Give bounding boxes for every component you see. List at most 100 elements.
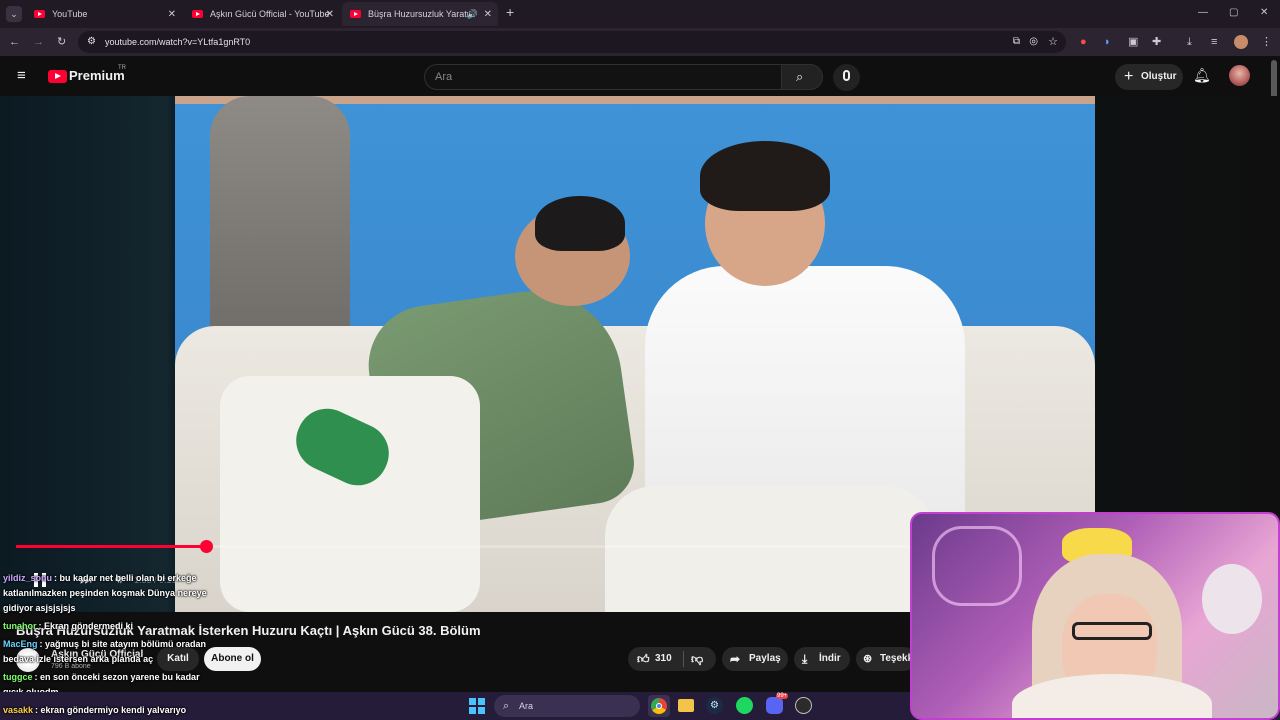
chat-username: tuggce xyxy=(3,672,33,682)
webcam-neon-sign xyxy=(932,526,1022,606)
youtube-masthead: ≡ Premium TR Ara ⌕ + Oluştur 🔔︎ xyxy=(0,56,1280,96)
extensions-puzzle-icon[interactable]: ✚ xyxy=(1152,35,1161,49)
tab-search-icon[interactable]: ⌄ xyxy=(6,6,22,22)
chat-message: MacEng: yağmuş bi site atayım bölümü ora… xyxy=(3,639,206,649)
thanks-button[interactable]: ⊛ Teşekk xyxy=(856,647,916,671)
chat-message: vasakk: ekran göndermiyo kendi yalvarıyo xyxy=(3,705,186,715)
tab-close-icon[interactable]: ✕ xyxy=(484,9,492,20)
address-bar[interactable]: ⚙ youtube.com/watch?v=YLtfa1gnRT0 ⧉ ◎ ☆ xyxy=(78,31,1066,53)
taskbar-search-label: Ara xyxy=(519,701,534,711)
chat-username: vasakk xyxy=(3,705,34,715)
create-button[interactable]: + Oluştur xyxy=(1115,64,1183,90)
share-button[interactable]: ➦ Paylaş xyxy=(722,647,788,671)
youtube-favicon-icon xyxy=(192,10,203,18)
webcam-overlay xyxy=(910,512,1280,720)
minimize-button[interactable]: — xyxy=(1198,6,1208,20)
chat-message: katlanılmazken peşinden koşmak Dünya ner… xyxy=(3,588,207,598)
chrome-taskbar-icon[interactable] xyxy=(648,695,670,717)
tab-close-icon[interactable]: ✕ xyxy=(168,9,176,20)
tab-label: YouTube xyxy=(52,9,88,19)
like-count[interactable]: 310 xyxy=(655,647,672,671)
reload-icon[interactable]: ↻ xyxy=(57,35,66,49)
chat-username: tunahor xyxy=(3,621,37,631)
download-button[interactable]: ⤓ İndir xyxy=(794,647,850,671)
logo-text: Premium xyxy=(69,68,125,83)
webcam-plush-right xyxy=(1202,564,1262,634)
back-icon[interactable]: ← xyxy=(9,35,20,49)
tab-label: Büşra Huzursuzluk Yaratmak İsterken Huzu… xyxy=(368,9,468,19)
logo-country-badge: TR xyxy=(118,65,126,71)
play-triangle-icon xyxy=(55,73,61,79)
chat-message: tunahor: Ekran göndermedi ki xyxy=(3,621,133,631)
tab-current-video[interactable]: Büşra Huzursuzluk Yaratmak İsterken Huzu… xyxy=(342,2,498,26)
chat-text: : en son önceki sezon yarene bu kadar xyxy=(34,672,200,682)
youtube-favicon-icon xyxy=(350,10,361,18)
join-button[interactable]: Katıl xyxy=(157,647,199,671)
tab-label: Aşkın Gücü Official - YouTube xyxy=(210,9,330,19)
discord-icon[interactable]: 99+ xyxy=(766,693,789,714)
bookmark-star-icon[interactable]: ☆ xyxy=(1048,31,1058,53)
downloads-icon[interactable]: ⤓ xyxy=(1187,35,1192,49)
account-avatar[interactable] xyxy=(1229,65,1250,86)
browser-toolbar: ← → ↻ ⚙ youtube.com/watch?v=YLtfa1gnRT0 … xyxy=(0,28,1280,56)
start-tile xyxy=(469,698,476,705)
tab-askin-gucu[interactable]: Aşkın Gücü Official - YouTube ✕ xyxy=(184,2,340,26)
download-label: İndir xyxy=(819,653,841,664)
voice-search-button[interactable] xyxy=(833,64,860,91)
start-tile xyxy=(478,698,485,705)
chat-text: : Ekran göndermedi ki xyxy=(38,621,134,631)
search-button[interactable]: ⌕ xyxy=(781,64,823,90)
download-icon: ⤓ xyxy=(802,652,808,666)
profile-avatar-icon[interactable] xyxy=(1234,35,1248,49)
tab-close-icon[interactable]: ✕ xyxy=(326,9,334,20)
install-app-icon[interactable]: ⧉ xyxy=(1013,31,1020,53)
create-label: Oluştur xyxy=(1141,71,1177,82)
scene-white-pants xyxy=(220,376,480,612)
file-explorer-icon[interactable] xyxy=(678,699,694,712)
scene-white-shorts xyxy=(605,486,935,612)
steam-icon[interactable]: ⚙ xyxy=(706,697,723,714)
start-tile xyxy=(478,707,485,714)
chat-text: : bu kadar net belli olan bi erkeğe xyxy=(54,573,197,583)
notifications-bell-icon[interactable]: 🔔︎ xyxy=(1193,68,1211,82)
thanks-label: Teşekk xyxy=(880,653,914,664)
tab-youtube[interactable]: YouTube ✕ xyxy=(26,2,182,26)
hamburger-menu-icon[interactable]: ≡ xyxy=(17,68,31,83)
obs-icon[interactable] xyxy=(795,697,812,714)
browser-menu-icon[interactable]: ⋮ xyxy=(1261,35,1272,49)
chat-text: : ekran göndermiyo kendi yalvarıyo xyxy=(35,705,187,715)
search-input[interactable]: Ara xyxy=(424,64,782,90)
new-tab-button[interactable]: + xyxy=(506,5,514,19)
maximize-button[interactable]: ▢ xyxy=(1229,6,1238,20)
taskbar-search[interactable]: ⌕ Ara xyxy=(494,695,640,717)
windows-start-icon[interactable] xyxy=(469,698,485,714)
speaker-icon[interactable]: 🔊 xyxy=(467,9,478,20)
extension-audio-icon[interactable]: ◗ xyxy=(1104,35,1111,49)
chat-message: yildiz_sonu: bu kadar net belli olan bi … xyxy=(3,573,197,583)
scene-hair-left xyxy=(535,196,625,251)
subscriber-count: 796 B abone xyxy=(51,663,91,670)
microphone-icon xyxy=(843,70,850,81)
subscribe-button[interactable]: Abone ol xyxy=(204,647,261,671)
chat-message: bedava izle istersen arka planda aç xyxy=(3,654,153,664)
spotify-icon[interactable] xyxy=(736,697,753,714)
extension-icon[interactable]: ▣ xyxy=(1128,35,1138,49)
like-icon[interactable]: 👍︎ xyxy=(637,647,650,671)
extension-red-icon[interactable]: ● xyxy=(1080,35,1087,49)
site-info-icon[interactable]: ⚙ xyxy=(87,31,96,53)
browser-tab-strip: ⌄ YouTube ✕ Aşkın Gücü Official - YouTub… xyxy=(0,0,1280,28)
progress-scrubber-handle[interactable] xyxy=(199,540,213,553)
like-divider xyxy=(683,651,684,667)
chat-message: tuggce: en son önceki sezon yarene bu ka… xyxy=(3,672,200,682)
forward-icon[interactable]: → xyxy=(33,35,44,49)
reading-list-icon[interactable]: ≡ xyxy=(1211,35,1217,49)
dislike-icon[interactable]: 👎︎ xyxy=(691,647,703,671)
start-tile xyxy=(469,707,476,714)
close-window-button[interactable]: ✕ xyxy=(1260,6,1268,20)
like-dislike-group: 👍︎ 310 👎︎ xyxy=(628,647,716,671)
chat-text: : yağmuş bi site atayım bölümü oradan xyxy=(39,639,207,649)
url-text: youtube.com/watch?v=YLtfa1gnRT0 xyxy=(105,37,251,47)
chat-text: gidiyor asjsjsjsjs xyxy=(3,603,76,613)
chat-message: gidiyor asjsjsjsjs xyxy=(3,603,76,613)
eye-off-icon[interactable]: ◎ xyxy=(1029,31,1038,53)
